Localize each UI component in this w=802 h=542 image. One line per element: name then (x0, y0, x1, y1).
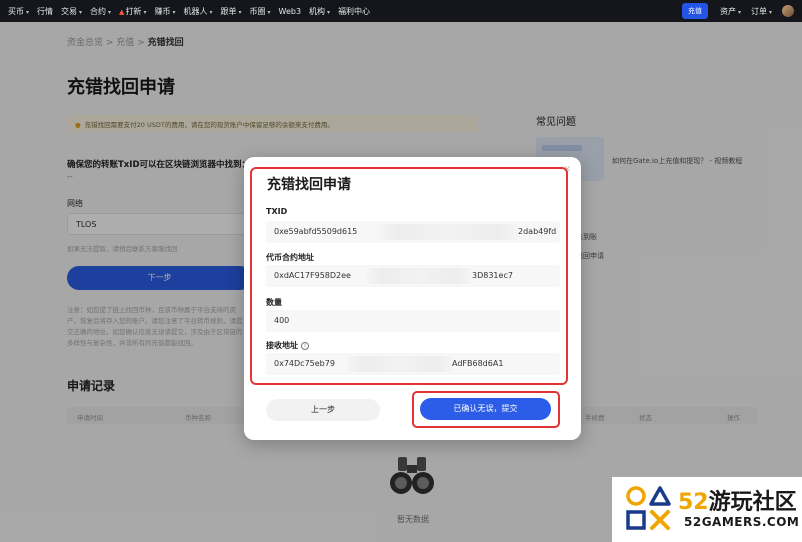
nav-assets[interactable]: 资产 ▾ (720, 6, 741, 17)
caret-down-icon: ▾ (26, 8, 30, 16)
txid-value-end: 2dab49fd (518, 227, 557, 236)
nav-item-1[interactable]: 行情 (37, 6, 53, 17)
nav-item-0[interactable]: 买币 ▾ (8, 6, 29, 17)
nav-orders-label: 订单 (750, 6, 767, 16)
nav-item-label: 机构 (309, 6, 326, 16)
nav-item-label: 币圈 (249, 6, 266, 16)
token-contract-value: 0xdAC17F958D2ee 3D831ec7 (266, 265, 560, 287)
amount-value: 400 (266, 310, 560, 332)
nav-item-label: 福利中心 (338, 6, 371, 16)
nav-item-label: 机器人 (183, 6, 208, 16)
watermark-brand-text: 游玩社区 (708, 490, 797, 515)
watermark-brand: 52游玩社区 (678, 484, 797, 516)
nav-item-label: 行情 (37, 6, 54, 16)
caret-down-icon: ▾ (327, 8, 331, 16)
info-icon[interactable]: i (301, 342, 309, 350)
watermark-brand-num: 52 (678, 490, 709, 515)
caret-down-icon: ▾ (737, 8, 741, 16)
amount-label: 数量 (266, 298, 282, 307)
nav-item-5[interactable]: 赚币 ▾ (154, 6, 175, 17)
nav-item-9[interactable]: Web3 (279, 7, 302, 16)
nav-item-3[interactable]: 合约 ▾ (90, 6, 111, 17)
caret-down-icon: ▾ (209, 8, 213, 16)
caret-down-icon: ▾ (238, 8, 242, 16)
redaction-blur (378, 224, 518, 240)
nav-item-label: 跟单 (220, 6, 237, 16)
txid-value: 0xe59abfd5509d615 2dab49fd (266, 221, 560, 243)
nav-orders[interactable]: 订单 ▾ (751, 6, 772, 17)
receive-address-value-end: AdFB68d6A1 (452, 359, 504, 368)
caret-down-icon: ▾ (768, 8, 772, 16)
nav-item-6[interactable]: 机器人 ▾ (183, 6, 212, 17)
nav-item-4[interactable]: ▲打新 ▾ (119, 6, 146, 17)
deposit-button[interactable]: 充值 (681, 3, 708, 19)
txid-value-start: 0xe59abfd5509d615 (274, 227, 358, 236)
caret-down-icon: ▾ (172, 8, 176, 16)
nav-item-7[interactable]: 跟单 ▾ (220, 6, 241, 17)
nav-item-8[interactable]: 币圈 ▾ (250, 6, 271, 17)
nav-item-10[interactable]: 机构 ▾ (309, 6, 330, 17)
nav-item-label: 交易 (61, 6, 78, 16)
receive-address-value: 0x74Dc75eb79 AdFB68d6A1 (266, 353, 560, 375)
receive-address-label-text: 接收地址 (266, 341, 298, 350)
receive-address-label: 接收地址 i (266, 340, 309, 351)
caret-down-icon: ▾ (143, 8, 147, 16)
nav-item-label: 合约 (90, 6, 107, 16)
amount-value-text: 400 (274, 316, 290, 325)
watermark: 52游玩社区 52GAMERS.COM (612, 477, 802, 542)
redaction-blur (348, 356, 452, 372)
nav-item-label: 买币 (8, 6, 24, 16)
recovery-confirm-dialog: 充错找回申请 ✕ TXID 0xe59abfd5509d615 2dab49fd… (244, 157, 581, 440)
previous-step-button[interactable]: 上一步 (266, 399, 380, 421)
watermark-logo-icon (626, 486, 671, 530)
annotation-highlight-submit: 已确认无误，提交 (412, 391, 560, 428)
token-contract-value-end: 3D831ec7 (472, 271, 513, 280)
confirm-submit-button[interactable]: 已确认无误，提交 (420, 398, 551, 420)
nav-item-2[interactable]: 交易 ▾ (61, 6, 82, 17)
avatar[interactable] (782, 5, 794, 17)
nav-item-label: 赚币 (154, 6, 171, 16)
watermark-domain: 52GAMERS.COM (684, 515, 800, 529)
nav-item-label: 打新 (125, 6, 142, 16)
nav-assets-label: 资产 (719, 6, 736, 16)
token-contract-value-start: 0xdAC17F958D2ee (274, 271, 351, 280)
nav-right-group: 充值 资产 ▾ 订单 ▾ (681, 0, 794, 22)
caret-down-icon: ▾ (267, 8, 271, 16)
nav-item-11[interactable]: 福利中心 (338, 6, 370, 17)
receive-address-value-start: 0x74Dc75eb79 (274, 359, 335, 368)
txid-label: TXID (266, 207, 288, 216)
caret-down-icon: ▾ (79, 8, 83, 16)
nav-item-label: Web3 (278, 6, 302, 16)
caret-down-icon: ▾ (108, 8, 112, 16)
redaction-blur (366, 268, 472, 284)
fire-icon: ▲ (119, 7, 125, 16)
token-contract-label: 代币合约地址 (266, 253, 314, 262)
top-nav: 买币 ▾ 行情 交易 ▾ 合约 ▾ ▲打新 ▾ 赚币 ▾ 机器人 ▾ 跟单 ▾ 币圈 ▾ Web3 机构 ▾ 福利中心充… (0, 0, 802, 22)
